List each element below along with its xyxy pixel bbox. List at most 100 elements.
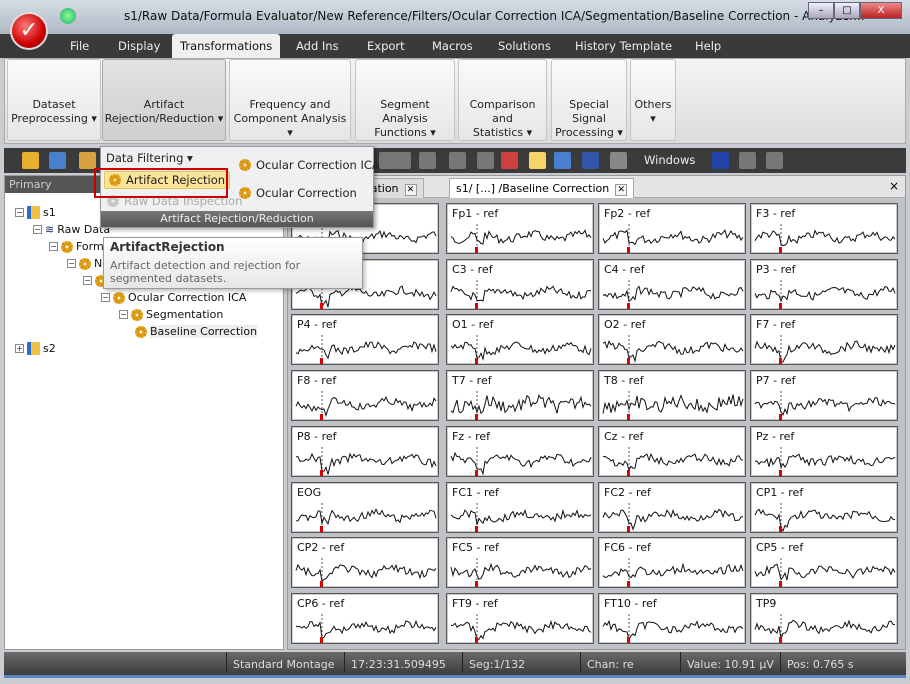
- menu-transformations[interactable]: Transformations: [172, 34, 281, 58]
- main-view: s1/ [...] /Segmentation✕ s1/ [...] /Base…: [268, 175, 906, 650]
- toolbar-button-icon[interactable]: [49, 152, 66, 169]
- expand-toggle-icon[interactable]: −: [67, 259, 76, 268]
- ribbon-group-1[interactable]: Artifact Rejection/Reduction ▾: [102, 59, 226, 141]
- toolbar-button-icon[interactable]: [582, 152, 599, 169]
- ribbon-group-2[interactable]: Frequency and Component Analysis ▾: [229, 59, 351, 141]
- toolbar-button-icon[interactable]: [394, 152, 411, 169]
- menu-solutions[interactable]: Solutions: [498, 39, 551, 53]
- toolbar-button-icon[interactable]: [501, 152, 518, 169]
- channel-plot[interactable]: TP9: [750, 592, 898, 644]
- toolbar-button-icon[interactable]: [766, 152, 783, 169]
- channel-plot[interactable]: Cz - ref: [598, 425, 746, 477]
- menu-export[interactable]: Export: [367, 39, 405, 53]
- tree-item[interactable]: + s2: [15, 342, 56, 355]
- toolbar-button-icon[interactable]: [739, 152, 756, 169]
- channel-plot[interactable]: EOG: [291, 481, 439, 533]
- channel-plot[interactable]: FC2 - ref: [598, 481, 746, 533]
- close-tab-icon[interactable]: ✕: [615, 184, 628, 196]
- close-tab-icon[interactable]: ✕: [404, 184, 417, 196]
- channel-plot[interactable]: P3 - ref: [750, 258, 898, 310]
- menu-history-template[interactable]: History Template: [575, 39, 672, 53]
- expand-toggle-icon[interactable]: −: [33, 225, 42, 234]
- channel-plot[interactable]: T7 - ref: [446, 370, 594, 422]
- toolbar-button-icon[interactable]: [529, 152, 546, 169]
- toolbar-button-icon[interactable]: [610, 152, 627, 169]
- channel-plot[interactable]: Fz - ref: [446, 425, 594, 477]
- app-logo-button[interactable]: ✓: [10, 12, 48, 50]
- ribbon-group-0[interactable]: Dataset Preprocessing ▾: [7, 59, 101, 141]
- channel-plot[interactable]: O1 - ref: [446, 314, 594, 366]
- channel-plot[interactable]: C3 - ref: [446, 258, 594, 310]
- event-marker: [627, 525, 630, 532]
- channel-plot[interactable]: FT9 - ref: [446, 592, 594, 644]
- menu-macros[interactable]: Macros: [432, 39, 473, 53]
- maximize-button[interactable]: □: [834, 2, 860, 19]
- ribbon-group-6[interactable]: Others ▾: [630, 59, 676, 141]
- channel-plot[interactable]: FC6 - ref: [598, 537, 746, 589]
- ribbon-label: Others: [634, 98, 672, 111]
- ribbon-label: Statistics ▾: [472, 126, 533, 139]
- data-filtering-menu[interactable]: Data Filtering ▾: [106, 151, 193, 165]
- toolbar-button-icon[interactable]: [554, 152, 571, 169]
- tree-label: Segmentation: [146, 308, 224, 321]
- minimize-button[interactable]: –: [808, 2, 834, 19]
- toolbar-button-icon[interactable]: [449, 152, 466, 169]
- channel-plot[interactable]: P7 - ref: [750, 370, 898, 422]
- ribbon-label: Functions ▾: [374, 126, 436, 139]
- tree-item[interactable]: − ≋ Raw Data: [33, 223, 110, 236]
- channel-plot[interactable]: P8 - ref: [291, 425, 439, 477]
- expand-toggle-icon[interactable]: −: [15, 208, 24, 217]
- toolbar-button-icon[interactable]: [22, 152, 39, 169]
- close-button[interactable]: X: [860, 2, 902, 19]
- close-all-icon[interactable]: ×: [889, 179, 899, 193]
- expand-toggle-icon[interactable]: −: [101, 293, 110, 302]
- menu-item-ocular-correction-ica[interactable]: Ocular Correction ICA: [239, 158, 380, 172]
- toolbar-button-icon[interactable]: [419, 152, 436, 169]
- channel-plot[interactable]: CP1 - ref: [750, 481, 898, 533]
- expand-toggle-icon[interactable]: −: [119, 310, 128, 319]
- channel-plot[interactable]: FT10 - ref: [598, 592, 746, 644]
- status-channel: Chan: re: [580, 652, 634, 672]
- channel-plot[interactable]: F3 - ref: [750, 203, 898, 254]
- expand-toggle-icon[interactable]: +: [15, 344, 24, 353]
- event-marker: [627, 469, 630, 476]
- channel-plot[interactable]: F7 - ref: [750, 314, 898, 366]
- menu-help[interactable]: Help: [695, 39, 721, 53]
- channel-plot[interactable]: T8 - ref: [598, 370, 746, 422]
- quick-access-globe-icon[interactable]: [60, 8, 76, 24]
- tree-item[interactable]: Baseline Correction: [135, 325, 258, 338]
- channel-plot[interactable]: CP2 - ref: [291, 537, 439, 589]
- channel-plot[interactable]: Pz - ref: [750, 425, 898, 477]
- ribbon-group-4[interactable]: Comparison and Statistics ▾: [458, 59, 547, 141]
- menu-file[interactable]: File: [70, 39, 89, 53]
- tree-item[interactable]: − s1: [15, 206, 56, 219]
- expand-toggle-icon[interactable]: −: [83, 276, 92, 285]
- toolbar-button-icon[interactable]: [477, 152, 494, 169]
- menu-display[interactable]: Display: [118, 39, 160, 53]
- toolbar-button-icon[interactable]: [79, 152, 96, 169]
- channel-plot[interactable]: CP6 - ref: [291, 592, 439, 644]
- channel-plot[interactable]: Fp1 - ref: [446, 203, 594, 254]
- channel-label: CP5 - ref: [756, 541, 804, 555]
- expand-toggle-icon[interactable]: −: [49, 242, 58, 251]
- menu-item-ocular-correction[interactable]: Ocular Correction: [239, 186, 357, 200]
- title-bar: s1/Raw Data/Formula Evaluator/New Refere…: [0, 0, 910, 34]
- channel-plot[interactable]: F8 - ref: [291, 370, 439, 422]
- ribbon-group-5[interactable]: Special Signal Processing ▾: [551, 59, 627, 141]
- channel-plot[interactable]: P4 - ref: [291, 314, 439, 366]
- tree-item[interactable]: − Segmentation: [119, 308, 223, 321]
- channel-plot[interactable]: CP5 - ref: [750, 537, 898, 589]
- channel-plot[interactable]: FC1 - ref: [446, 481, 594, 533]
- channel-plot[interactable]: C4 - ref: [598, 258, 746, 310]
- channel-plot[interactable]: FC5 - ref: [446, 537, 594, 589]
- tab-baseline-correction[interactable]: s1/ [...] /Baseline Correction ✕: [449, 178, 635, 198]
- channel-label: O1 - ref: [452, 318, 494, 332]
- menu-add-ins[interactable]: Add Ins: [296, 39, 339, 53]
- tree-item[interactable]: − Ocular Correction ICA: [101, 291, 246, 304]
- channel-plot[interactable]: O2 - ref: [598, 314, 746, 366]
- item-label: Ocular Correction ICA: [256, 158, 380, 172]
- toolbar-button-icon[interactable]: [712, 152, 729, 169]
- channel-plot[interactable]: Fp2 - ref: [598, 203, 746, 254]
- ribbon-group-3[interactable]: Segment Analysis Functions ▾: [355, 59, 455, 141]
- ribbon-label: Comparison and: [469, 98, 536, 125]
